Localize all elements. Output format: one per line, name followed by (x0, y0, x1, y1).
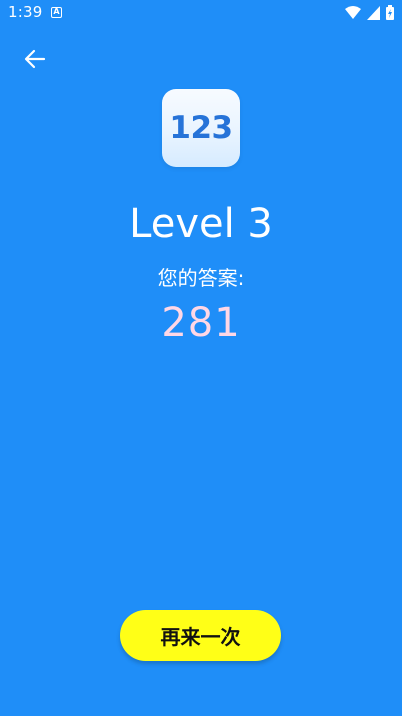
status-time: 1:39 (8, 3, 43, 21)
status-bar: 1:39 A (0, 0, 402, 26)
answer-label: 您的答案: (157, 266, 245, 290)
wifi-icon (345, 5, 361, 19)
retry-button[interactable]: 再来一次 (120, 610, 281, 661)
level-title: Level 3 (129, 201, 273, 247)
app-icon-label: 123 (169, 110, 233, 146)
app-icon: 123 (162, 89, 240, 167)
signal-icon (367, 5, 380, 20)
notification-a-icon: A (51, 7, 62, 18)
arrow-left-icon (24, 49, 46, 69)
answer-value: 281 (161, 300, 241, 346)
back-button[interactable] (22, 46, 48, 72)
status-icons (345, 5, 394, 20)
battery-icon (386, 5, 394, 20)
